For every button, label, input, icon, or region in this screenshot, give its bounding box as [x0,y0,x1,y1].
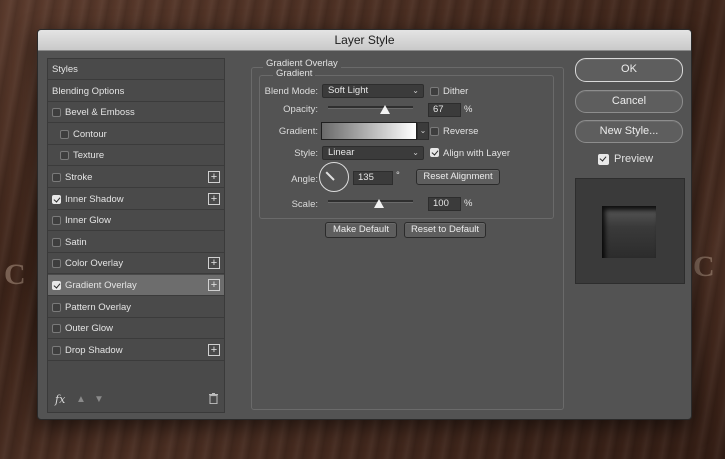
dither-checkbox[interactable] [430,87,439,96]
opacity-label: Opacity: [283,104,318,115]
arrow-down-icon[interactable]: ▼ [94,394,104,405]
trash-icon[interactable] [209,393,218,404]
add-effect-plus-icon[interactable]: + [208,192,220,205]
sidebar-item-outer-glow[interactable]: Outer Glow [48,318,224,340]
arrow-up-icon[interactable]: ▲ [76,394,86,405]
style-select[interactable]: Linear ⌄ [322,146,424,160]
preview-label: Preview [614,153,654,165]
chevron-down-icon: ⌄ [412,86,419,95]
dialog-title: Layer Style [38,30,691,51]
opacity-unit: % [464,104,473,115]
sidebar-item-inner-glow[interactable]: Inner Glow [48,210,224,232]
reverse-checkbox[interactable] [430,127,439,136]
sidebar-item-label: Drop Shadow [65,344,123,356]
blend-mode-select[interactable]: Soft Light ⌄ [322,84,424,98]
preview-swatch [602,206,656,258]
sidebar-item-gradient-overlay[interactable]: Gradient Overlay + [48,275,224,296]
sidebar-item-label: Inner Shadow [65,193,124,205]
fx-button[interactable]: fx [55,393,65,406]
add-effect-plus-icon[interactable]: + [208,257,220,270]
sidebar-item-checkbox[interactable] [52,324,61,334]
sidebar-item-bevel-emboss[interactable]: Bevel & Emboss [48,102,224,124]
scale-unit: % [464,198,473,209]
new-style-button[interactable]: New Style... [575,120,683,143]
sidebar-item-contour[interactable]: Contour [48,124,224,145]
sidebar-item-checkbox[interactable] [52,281,61,290]
sidebar-item-checkbox[interactable] [52,194,61,204]
sidebar-item-checkbox[interactable] [52,302,61,312]
add-effect-plus-icon[interactable]: + [208,343,220,356]
sidebar-item-label: Styles [52,64,78,75]
effect-preview [575,178,685,284]
sidebar-item-label: Satin [65,236,87,248]
style-label: Style: [294,148,318,159]
layer-style-dialog: Layer Style Styles Blending Options Bevel … [37,29,692,420]
style-list-footer: fx ▲ ▼ [48,389,224,411]
preview-checkbox[interactable] [598,154,609,165]
background-letter: C [4,258,26,291]
sidebar-item-checkbox[interactable] [52,108,61,118]
sidebar-item-blending-options[interactable]: Blending Options [48,81,224,102]
cancel-button[interactable]: Cancel [575,90,683,113]
angle-input[interactable]: 135 [353,171,393,185]
sidebar-item-label: Color Overlay [65,258,124,270]
blend-mode-label: Blend Mode: [264,86,318,97]
sidebar-item-inner-shadow[interactable]: Inner Shadow + [48,189,224,210]
add-effect-plus-icon[interactable]: + [208,171,220,183]
sidebar-item-checkbox[interactable] [52,259,61,269]
sidebar-item-color-overlay[interactable]: Color Overlay + [48,253,224,275]
ok-button[interactable]: OK [575,58,683,82]
style-value: Linear [328,147,355,158]
sidebar-item-label: Texture [73,150,105,162]
angle-label: Angle: [291,174,318,185]
sidebar-item-label: Stroke [65,172,93,183]
style-list: Styles Blending Options Bevel & Emboss Cont… [47,58,225,413]
dither-label: Dither [443,86,469,97]
gradient-dropdown-chevron-icon[interactable]: ⌄ [417,122,429,140]
angle-indicator [325,171,335,181]
sidebar-item-label: Pattern Overlay [65,301,131,313]
sidebar-item-pattern-overlay[interactable]: Pattern Overlay [48,297,224,318]
sidebar-item-label: Outer Glow [65,323,114,335]
preview-inset [602,206,656,258]
sidebar-item-label: Blending Options [52,85,125,97]
sidebar-item-satin[interactable]: Satin [48,232,224,253]
angle-unit: ° [396,170,400,181]
align-with-layer-checkbox[interactable] [430,148,439,157]
sidebar-item-label: Bevel & Emboss [65,107,135,119]
gradient-picker[interactable] [321,122,417,140]
sidebar-item-label: Contour [73,128,107,140]
sidebar-item-drop-shadow[interactable]: Drop Shadow + [48,340,224,361]
sidebar-item-checkbox[interactable] [52,173,61,182]
add-effect-plus-icon[interactable]: + [208,279,220,291]
scale-label: Scale: [291,199,318,210]
make-default-button[interactable]: Make Default [325,222,397,238]
group-title: Gradient [273,68,316,79]
reset-alignment-button[interactable]: Reset Alignment [416,169,500,185]
reset-to-default-button[interactable]: Reset to Default [404,222,486,238]
scale-slider[interactable] [328,200,413,203]
sidebar-item-stroke[interactable]: Stroke + [48,167,224,188]
sidebar-item-styles[interactable]: Styles [48,59,224,80]
scale-input[interactable]: 100 [428,197,461,211]
scale-slider-thumb[interactable] [374,199,384,208]
opacity-slider[interactable] [328,106,413,109]
sidebar-item-checkbox[interactable] [52,216,61,226]
sidebar-item-checkbox[interactable] [60,129,69,139]
chevron-down-icon: ⌄ [412,148,419,157]
background-letter: C [693,250,715,283]
opacity-slider-thumb[interactable] [379,105,390,114]
sidebar-item-label: Inner Glow [65,215,111,227]
opacity-input[interactable]: 67 [428,103,461,117]
blend-mode-value: Soft Light [328,85,369,96]
reverse-label: Reverse [443,126,479,137]
sidebar-item-label: Gradient Overlay [65,280,137,291]
angle-dial[interactable] [319,162,349,192]
sidebar-item-checkbox[interactable] [52,237,61,247]
gradient-label: Gradient: [278,126,318,137]
sidebar-item-texture[interactable]: Texture [48,145,224,167]
sidebar-item-checkbox[interactable] [52,345,61,355]
align-with-layer-label: Align with Layer [443,148,511,159]
sidebar-item-checkbox[interactable] [60,151,69,161]
